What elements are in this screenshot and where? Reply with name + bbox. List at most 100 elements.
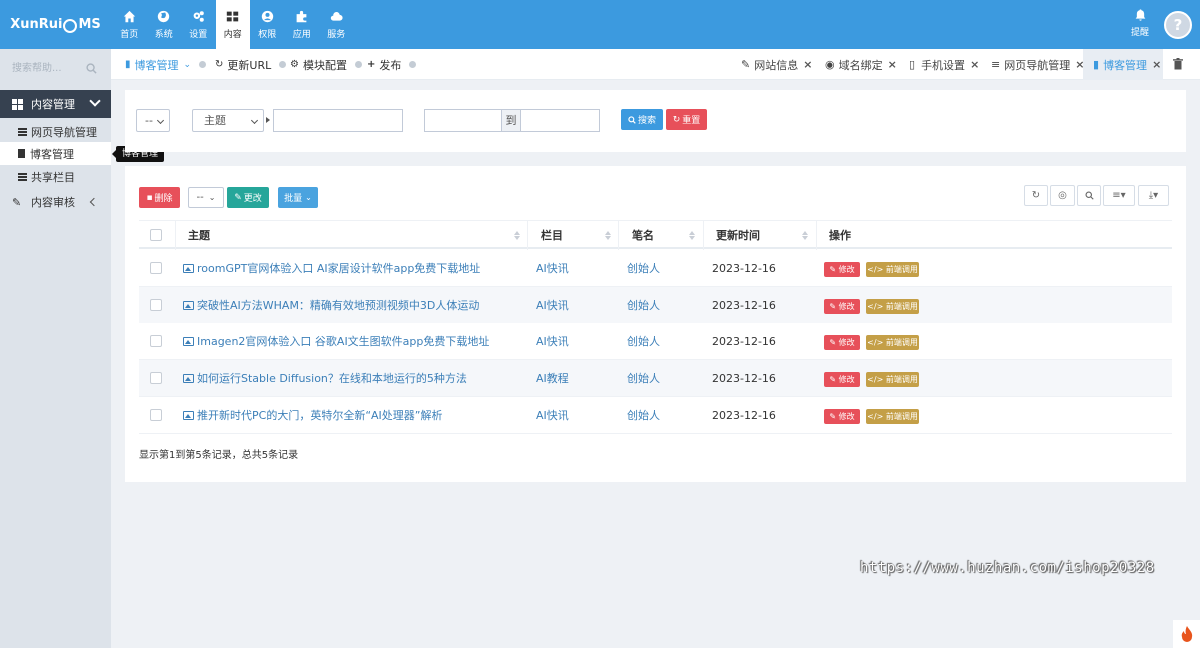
nav-system[interactable]: 系统 bbox=[147, 0, 182, 49]
date-end-input[interactable] bbox=[520, 109, 600, 132]
row-front-call-button[interactable]: </> 前端调用 bbox=[866, 372, 919, 387]
batch-button[interactable]: 批量 ⌄ bbox=[278, 187, 318, 208]
change-button[interactable]: ✎ 更改 bbox=[227, 187, 269, 208]
sidebar-item-blog-manage[interactable]: 博客管理 bbox=[0, 142, 111, 165]
image-icon bbox=[183, 374, 194, 383]
date-start-input[interactable] bbox=[424, 109, 502, 132]
row-date: 2023-12-16 bbox=[712, 335, 776, 348]
keyword-input[interactable] bbox=[273, 109, 403, 132]
column-category[interactable]: 栏目 bbox=[541, 221, 563, 250]
search-button[interactable]: 搜索 bbox=[621, 109, 663, 130]
nav-settings[interactable]: 设置 bbox=[181, 0, 216, 49]
tab-site-info[interactable]: ✎ 网站信息 × bbox=[741, 49, 812, 80]
sidebar-menu-audit[interactable]: ✎ 内容审核 bbox=[0, 191, 111, 213]
row-edit-button[interactable]: ✎ 修改 bbox=[824, 409, 860, 424]
reset-button-label: 重置 bbox=[682, 116, 701, 126]
batch-select[interactable]: -- ⌄ bbox=[188, 187, 224, 208]
avatar[interactable]: ? bbox=[1164, 11, 1192, 39]
row-front-call-button[interactable]: </> 前端调用 bbox=[866, 262, 919, 277]
filter-select-any[interactable]: -- bbox=[136, 109, 170, 132]
row-checkbox[interactable] bbox=[150, 262, 162, 274]
refresh-table-button[interactable]: ↻ bbox=[1024, 185, 1048, 206]
export-button[interactable]: ⤓▾ bbox=[1138, 185, 1169, 206]
row-title-link[interactable]: 推开新时代PC的大门，英特尔全新“AI处理器”解析 bbox=[183, 397, 442, 434]
row-category-link[interactable]: AI教程 bbox=[536, 360, 569, 397]
row-checkbox[interactable] bbox=[150, 335, 162, 347]
sort-icon[interactable] bbox=[605, 231, 611, 241]
crumb-update-url[interactable]: ↻ 更新URL bbox=[215, 49, 287, 80]
row-category-link[interactable]: AI快讯 bbox=[536, 287, 569, 324]
delete-button[interactable]: ▪ 删除 bbox=[139, 187, 180, 208]
row-front-call-button[interactable]: </> 前端调用 bbox=[866, 335, 919, 350]
tab-domain-binding[interactable]: ◉ 域名绑定 × bbox=[825, 49, 897, 80]
row-category-link[interactable]: AI快讯 bbox=[536, 250, 569, 287]
tab-blog-manage[interactable]: ▮ 博客管理 × bbox=[1083, 49, 1163, 80]
row-title-link[interactable]: 突破性AI方法WHAM：精确有效地预测视频中3D人体运动 bbox=[183, 287, 479, 324]
row-title-link[interactable]: 如何运行Stable Diffusion？在线和本地运行的5种方法 bbox=[183, 360, 467, 397]
nav-apps-label: 应用 bbox=[292, 30, 311, 40]
row-checkbox[interactable] bbox=[150, 372, 162, 384]
crumb-publish[interactable]: + 发布 bbox=[367, 49, 417, 80]
row-checkbox[interactable] bbox=[150, 299, 162, 311]
field-select[interactable]: 主题 bbox=[192, 109, 264, 132]
sidebar-item-nav-manage[interactable]: 网页导航管理 bbox=[0, 120, 111, 143]
image-icon bbox=[183, 264, 194, 273]
trash-icon[interactable] bbox=[1173, 58, 1183, 70]
sort-icon[interactable] bbox=[689, 231, 695, 241]
row-front-call-button[interactable]: </> 前端调用 bbox=[866, 409, 919, 424]
nav-home[interactable]: 首页 bbox=[112, 0, 147, 49]
search-icon bbox=[628, 115, 636, 124]
row-edit-button[interactable]: ✎ 修改 bbox=[824, 335, 860, 350]
columns-button[interactable]: ≡▾ bbox=[1103, 185, 1135, 206]
row-author-link[interactable]: 创始人 bbox=[627, 397, 660, 434]
sidebar-item-label: 共享栏目 bbox=[31, 170, 75, 184]
sort-icon[interactable] bbox=[802, 231, 808, 241]
row-front-call-button[interactable]: </> 前端调用 bbox=[866, 299, 919, 314]
row-category-link[interactable]: AI快讯 bbox=[536, 397, 569, 434]
trash-icon: ▪ bbox=[146, 192, 153, 203]
close-icon[interactable]: × bbox=[803, 58, 812, 71]
reset-button[interactable]: ↻ 重置 bbox=[666, 109, 707, 130]
row-date: 2023-12-16 bbox=[712, 262, 776, 275]
bell-icon bbox=[1135, 9, 1145, 21]
row-author-link[interactable]: 创始人 bbox=[627, 287, 660, 324]
row-author-link[interactable]: 创始人 bbox=[627, 250, 660, 287]
nav-service[interactable]: 服务 bbox=[319, 0, 354, 49]
remind-button[interactable]: 提醒 bbox=[1126, 8, 1154, 38]
row-edit-button[interactable]: ✎ 修改 bbox=[824, 299, 860, 314]
nav-permission[interactable]: 权限 bbox=[250, 0, 285, 49]
column-author[interactable]: 笔名 bbox=[632, 221, 654, 250]
row-author-link[interactable]: 创始人 bbox=[627, 323, 660, 360]
tab-mobile-settings[interactable]: ▯ 手机设置 × bbox=[909, 49, 979, 80]
sort-icon[interactable] bbox=[514, 231, 520, 241]
crumb-blog-manage[interactable]: ▮ 博客管理 ⌄ bbox=[125, 49, 207, 80]
row-title-link[interactable]: Imagen2官网体验入口 谷歌AI文生图软件app免费下载地址 bbox=[183, 323, 489, 360]
close-icon[interactable]: × bbox=[1152, 58, 1161, 71]
fire-icon[interactable] bbox=[1173, 620, 1200, 648]
close-icon[interactable]: × bbox=[888, 58, 897, 71]
row-title-link[interactable]: roomGPT官网体验入口 AI家居设计软件app免费下载地址 bbox=[183, 250, 480, 287]
pagination-summary: 显示第1到第5条记录，总共5条记录 bbox=[139, 450, 299, 461]
nav-apps[interactable]: 应用 bbox=[285, 0, 320, 49]
tab-nav-manage[interactable]: ≡ 网页导航管理 × bbox=[991, 49, 1084, 80]
search-icon[interactable] bbox=[86, 63, 97, 74]
row-edit-button[interactable]: ✎ 修改 bbox=[824, 262, 860, 277]
sidebar-item-shared-columns[interactable]: 共享栏目 bbox=[0, 165, 111, 188]
nav-content[interactable]: 内容 bbox=[215, 0, 250, 49]
close-icon[interactable]: × bbox=[970, 58, 979, 71]
sidebar-menu-content[interactable]: 内容管理 bbox=[0, 90, 111, 118]
row-checkbox[interactable] bbox=[150, 409, 162, 421]
column-updated[interactable]: 更新时间 bbox=[716, 221, 760, 250]
table-search-button[interactable] bbox=[1077, 185, 1101, 206]
row-category-link[interactable]: AI快讯 bbox=[536, 323, 569, 360]
chevron-down-icon: ⌄ bbox=[208, 193, 216, 202]
toggle-view-button[interactable]: ◎ bbox=[1050, 185, 1075, 206]
column-title[interactable]: 主题 bbox=[188, 221, 210, 250]
row-edit-button[interactable]: ✎ 修改 bbox=[824, 372, 860, 387]
nav-system-label: 系统 bbox=[154, 30, 173, 40]
row-author-link[interactable]: 创始人 bbox=[627, 360, 660, 397]
logo[interactable]: XunRui MS bbox=[0, 0, 111, 49]
select-all-checkbox[interactable] bbox=[150, 229, 162, 241]
crumb-module-config[interactable]: ⚙ 模块配置 bbox=[290, 49, 362, 80]
list-icon: ≡▾ bbox=[1112, 190, 1126, 201]
